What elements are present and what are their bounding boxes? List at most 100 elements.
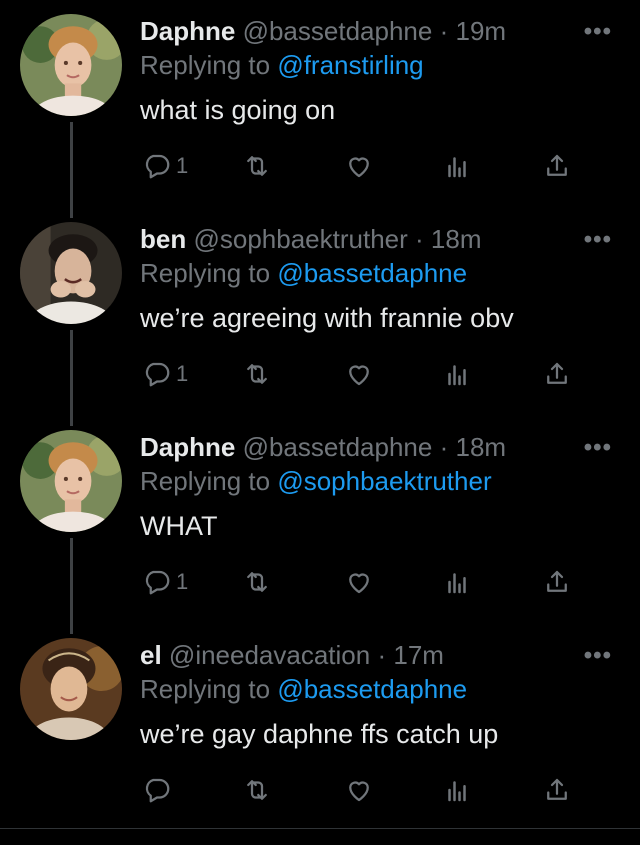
display-name[interactable]: Daphne xyxy=(140,432,235,462)
timestamp[interactable]: 17m xyxy=(393,640,444,670)
retweet-icon xyxy=(247,572,267,592)
tweet-text: WHAT xyxy=(140,511,218,541)
display-name[interactable]: el xyxy=(140,640,162,670)
share-icon xyxy=(547,362,567,384)
display-name[interactable]: ben xyxy=(140,224,186,254)
retweet-button[interactable] xyxy=(242,146,272,186)
tweet[interactable]: Daphne @bassetdaphne · 19m ••• Replying … xyxy=(0,0,640,208)
retweet-button[interactable] xyxy=(242,562,272,602)
analytics-button[interactable] xyxy=(442,770,472,810)
share-button[interactable] xyxy=(542,562,572,602)
like-button[interactable] xyxy=(344,562,374,602)
replying-to: Replying to @bassetdaphne xyxy=(140,672,467,706)
reply-count: 1 xyxy=(176,153,189,178)
analytics-button[interactable] xyxy=(442,562,472,602)
retweet-button[interactable] xyxy=(242,354,272,394)
tweet-text: we’re gay daphne ffs catch up xyxy=(140,719,499,749)
share-button[interactable] xyxy=(542,770,572,810)
avatar[interactable] xyxy=(20,14,122,116)
tweet-actions: 1 xyxy=(140,354,580,394)
share-icon xyxy=(547,778,567,800)
replying-to: Replying to @bassetdaphne xyxy=(140,256,467,290)
tweet-text: we’re agreeing with frannie obv xyxy=(140,303,514,333)
analytics-icon xyxy=(448,573,466,594)
more-options-icon[interactable]: ••• xyxy=(584,226,612,254)
tweet-header: Daphne @bassetdaphne · 19m xyxy=(140,14,580,48)
analytics-icon xyxy=(448,781,466,802)
tweet-header: ben @sophbaektruther · 18m xyxy=(140,222,580,256)
tweet[interactable]: ben @sophbaektruther · 18m ••• Replying … xyxy=(0,208,640,416)
tweet[interactable]: Daphne @bassetdaphne · 18m ••• Replying … xyxy=(0,416,640,624)
more-options-icon[interactable]: ••• xyxy=(584,434,612,462)
like-button[interactable] xyxy=(344,146,374,186)
replying-to-label: Replying to xyxy=(140,466,271,496)
timestamp[interactable]: 18m xyxy=(431,224,482,254)
more-options-icon[interactable]: ••• xyxy=(584,18,612,46)
reply-icon xyxy=(145,778,170,803)
tweet-actions: 1 xyxy=(140,562,580,602)
mention-link[interactable]: @franstirling xyxy=(277,50,423,80)
user-handle[interactable]: @sophbaektruther xyxy=(193,224,407,254)
reply-icon xyxy=(145,154,170,179)
mention-link[interactable]: @bassetdaphne xyxy=(277,674,467,704)
share-button[interactable] xyxy=(542,146,572,186)
avatar[interactable] xyxy=(20,222,122,324)
avatar-photo xyxy=(20,222,122,324)
divider xyxy=(0,828,640,829)
share-icon xyxy=(547,570,567,592)
reply-count: 1 xyxy=(176,569,189,594)
retweet-icon xyxy=(247,156,267,176)
replying-to: Replying to @sophbaektruther xyxy=(140,464,492,498)
separator: · xyxy=(415,224,424,254)
share-icon xyxy=(547,154,567,176)
like-button[interactable] xyxy=(344,354,374,394)
tweet-actions: 1 xyxy=(140,146,580,186)
reply-icon xyxy=(145,362,170,387)
analytics-button[interactable] xyxy=(442,146,472,186)
replying-to-label: Replying to xyxy=(140,258,271,288)
reply-count: 1 xyxy=(176,361,189,386)
avatar-photo xyxy=(20,430,122,532)
retweet-icon xyxy=(247,780,267,800)
analytics-icon xyxy=(448,365,466,386)
tweet-header: el @ineedavacation · 17m xyxy=(140,638,580,672)
replying-to-label: Replying to xyxy=(140,50,271,80)
avatar-photo xyxy=(20,14,122,116)
avatar[interactable] xyxy=(20,430,122,532)
retweet-button[interactable] xyxy=(242,770,272,810)
heart-icon xyxy=(349,573,369,594)
timestamp[interactable]: 19m xyxy=(455,16,506,46)
analytics-button[interactable] xyxy=(442,354,472,394)
mention-link[interactable]: @bassetdaphne xyxy=(277,258,467,288)
replying-to: Replying to @franstirling xyxy=(140,48,424,82)
heart-icon xyxy=(349,365,369,386)
more-options-icon[interactable]: ••• xyxy=(584,642,612,670)
reply-icon xyxy=(145,570,170,595)
heart-icon xyxy=(349,157,369,178)
retweet-icon xyxy=(247,364,267,384)
user-handle[interactable]: @bassetdaphne xyxy=(243,16,433,46)
like-button[interactable] xyxy=(344,770,374,810)
tweet-actions xyxy=(140,770,580,810)
reply-button[interactable]: 1 xyxy=(142,562,188,602)
tweet[interactable]: el @ineedavacation · 17m ••• Replying to… xyxy=(0,624,640,832)
separator: · xyxy=(439,16,449,46)
separator: · xyxy=(377,640,387,670)
share-button[interactable] xyxy=(542,354,572,394)
mention-link[interactable]: @sophbaektruther xyxy=(277,466,491,496)
display-name[interactable]: Daphne xyxy=(140,16,235,46)
reply-button[interactable]: 1 xyxy=(142,354,188,394)
user-handle[interactable]: @ineedavacation xyxy=(169,640,370,670)
avatar-photo xyxy=(20,638,122,740)
tweet-header: Daphne @bassetdaphne · 18m xyxy=(140,430,580,464)
heart-icon xyxy=(349,781,369,802)
reply-button[interactable]: 1 xyxy=(142,146,188,186)
separator: · xyxy=(439,432,449,462)
reply-button[interactable] xyxy=(142,770,176,810)
tweet-text: what is going on xyxy=(140,95,336,125)
user-handle[interactable]: @bassetdaphne xyxy=(243,432,433,462)
replying-to-label: Replying to xyxy=(140,674,271,704)
avatar[interactable] xyxy=(20,638,122,740)
analytics-icon xyxy=(448,157,466,178)
timestamp[interactable]: 18m xyxy=(455,432,506,462)
